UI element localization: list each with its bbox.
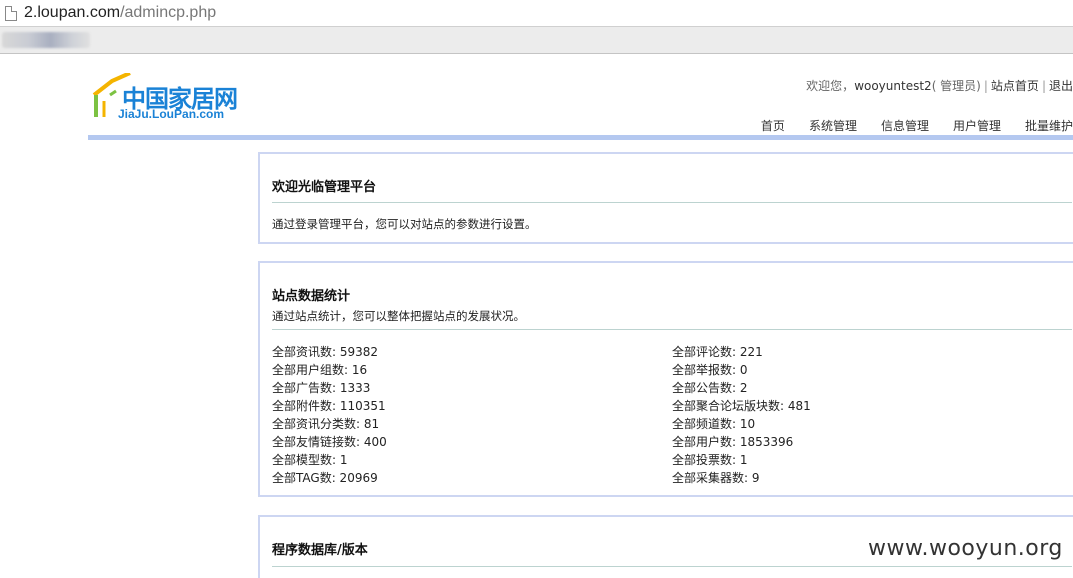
stat-item: 全部模型数: 1 bbox=[272, 453, 348, 467]
stat-item: 全部评论数: 221 bbox=[672, 345, 763, 359]
stat-item: 全部广告数: 1333 bbox=[272, 381, 371, 395]
stats-panel: 站点数据统计 通过站点统计，您可以整体把握站点的发展状况。 全部资讯数: 593… bbox=[258, 261, 1073, 497]
address-bar[interactable]: 2.loupan.com/admincp.php bbox=[0, 0, 1073, 26]
site-logo[interactable]: 中国家居网 JiaJu.LouPan.com bbox=[90, 73, 255, 123]
divider: | bbox=[983, 79, 988, 93]
stat-item: 全部举报数: 0 bbox=[672, 363, 748, 377]
nav-system[interactable]: 系统管理 bbox=[809, 117, 857, 134]
url-path: /admincp.php bbox=[120, 4, 217, 21]
nav-info[interactable]: 信息管理 bbox=[881, 117, 929, 134]
site-home-link[interactable]: 站点首页 bbox=[991, 79, 1039, 93]
db-title: 程序数据库/版本 bbox=[272, 543, 368, 558]
header-divider bbox=[88, 135, 1073, 140]
nav-users[interactable]: 用户管理 bbox=[953, 117, 1001, 134]
url-host: 2.loupan.com bbox=[24, 4, 121, 21]
stat-item: 全部用户组数: 16 bbox=[272, 363, 368, 377]
logout-link[interactable]: 退出 bbox=[1049, 79, 1073, 93]
stat-item: 全部TAG数: 20969 bbox=[272, 471, 378, 485]
user-bar: 欢迎您，wooyuntest2( 管理员) | 站点首页 | 退出 bbox=[806, 77, 1073, 94]
nav-batch[interactable]: 批量维护 bbox=[1025, 117, 1073, 134]
stats-desc: 通过站点统计，您可以整体把握站点的发展状况。 bbox=[272, 309, 525, 323]
stats-list-left: 全部资讯数: 59382 全部用户组数: 16 全部广告数: 1333 全部附件… bbox=[272, 343, 387, 487]
page-icon bbox=[5, 5, 17, 21]
logo-text-en: JiaJu.LouPan.com bbox=[118, 107, 225, 121]
stat-item: 全部投票数: 1 bbox=[672, 453, 748, 467]
browser-toolbar bbox=[0, 26, 1073, 54]
stats-title: 站点数据统计 bbox=[272, 289, 351, 304]
welcome-text: 通过登录管理平台，您可以对站点的参数进行设置。 bbox=[272, 217, 537, 231]
divider bbox=[272, 566, 1072, 567]
welcome-text: 欢迎您， bbox=[806, 79, 855, 93]
divider bbox=[272, 202, 1072, 203]
username: wooyuntest2 bbox=[854, 79, 932, 93]
user-role: ( 管理员) bbox=[931, 79, 981, 93]
stat-item: 全部公告数: 2 bbox=[672, 381, 748, 395]
welcome-title: 欢迎光临管理平台 bbox=[272, 180, 377, 195]
top-nav: 首页 系统管理 信息管理 用户管理 批量维护 bbox=[761, 117, 1073, 134]
divider bbox=[272, 329, 1072, 330]
stats-list-right: 全部评论数: 221 全部举报数: 0 全部公告数: 2 全部聚合论坛版块数: … bbox=[672, 343, 811, 487]
url-text[interactable]: 2.loupan.com/admincp.php bbox=[24, 4, 216, 22]
stat-item: 全部资讯数: 59382 bbox=[272, 345, 379, 359]
stat-item: 全部资讯分类数: 81 bbox=[272, 417, 380, 431]
stat-item: 全部聚合论坛版块数: 481 bbox=[672, 399, 811, 413]
welcome-panel: 欢迎光临管理平台 通过登录管理平台，您可以对站点的参数进行设置。 bbox=[258, 152, 1073, 244]
stat-item: 全部友情链接数: 400 bbox=[272, 435, 387, 449]
divider: | bbox=[1041, 79, 1046, 93]
stat-item: 全部附件数: 110351 bbox=[272, 399, 386, 413]
stat-item: 全部采集器数: 9 bbox=[672, 471, 760, 485]
watermark: www.wooyun.org bbox=[868, 536, 1063, 561]
stat-item: 全部频道数: 10 bbox=[672, 417, 756, 431]
nav-home[interactable]: 首页 bbox=[761, 117, 785, 134]
blurred-bookmark bbox=[2, 32, 90, 48]
stat-item: 全部用户数: 1853396 bbox=[672, 435, 794, 449]
